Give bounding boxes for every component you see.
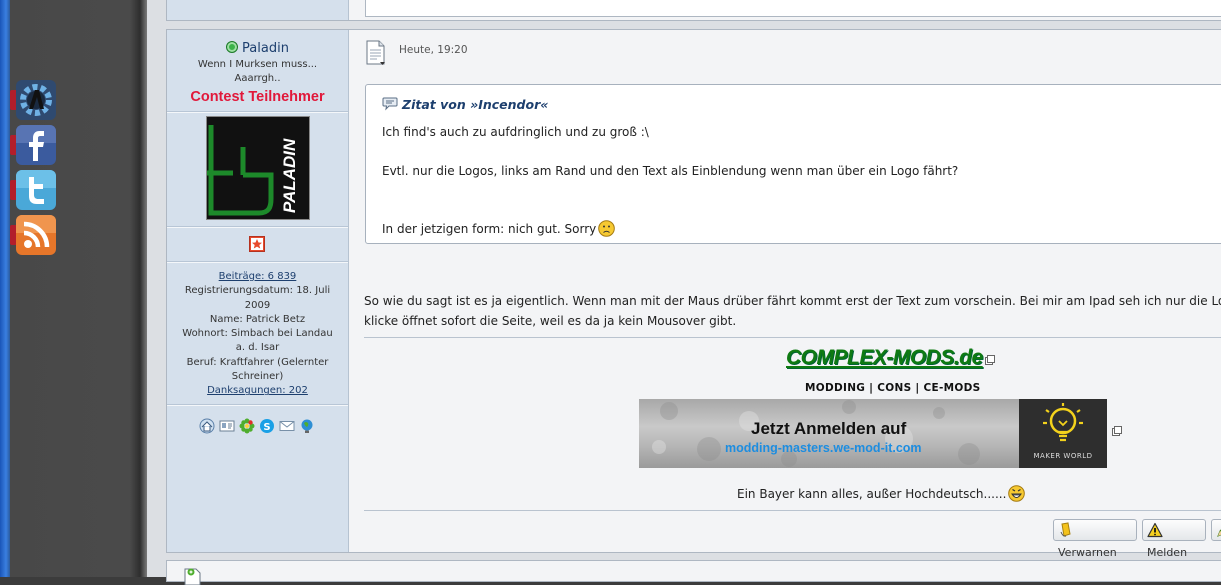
report-button[interactable]: Melden bbox=[1142, 519, 1206, 559]
window-edge bbox=[0, 0, 10, 577]
signature-text: Ein Bayer kann alles, außer Hochdeutsch.… bbox=[737, 487, 1007, 501]
quote-text-line: Evtl. nur die Logos, links am Rand und d… bbox=[382, 164, 959, 178]
profile-card-icon[interactable] bbox=[219, 418, 235, 434]
avatar-text-graphic: PALADIN bbox=[280, 138, 299, 213]
divider bbox=[167, 261, 348, 263]
real-name: Name: Patrick Betz bbox=[209, 313, 306, 325]
post-message-line: klicke öffnet sofort die Seite, weil es … bbox=[364, 314, 737, 328]
forum-post: Paladin Wenn I Murksen muss... Aaarrgh..… bbox=[166, 29, 1221, 559]
signature-brand-link[interactable]: COMPLEX-MODS.de bbox=[786, 346, 995, 370]
post-message: So wie du sagt ist es ja eigentlich. Wen… bbox=[364, 291, 1221, 331]
social-button-facebook[interactable] bbox=[10, 125, 56, 165]
warning-icon bbox=[1147, 522, 1163, 538]
banner-logo-text: MAKER WORLD bbox=[1033, 452, 1093, 460]
post-document-icon bbox=[366, 40, 385, 65]
contact-icons: S bbox=[199, 418, 319, 434]
signature-subtitle: MODDING | CONS | CE-MODS bbox=[805, 382, 981, 394]
previous-post-usercol bbox=[167, 0, 349, 20]
gear-logo-icon bbox=[16, 80, 56, 120]
warn-button-label: Verwarnen bbox=[1058, 546, 1117, 559]
speech-bubble-icon bbox=[382, 97, 398, 111]
quote-author: Zitat von »Incendor« bbox=[402, 97, 549, 112]
skype-icon[interactable]: S bbox=[259, 418, 275, 434]
user-panel: Paladin Wenn I Murksen muss... Aaarrgh..… bbox=[167, 30, 349, 552]
edit-button[interactable] bbox=[1211, 519, 1221, 541]
warn-button[interactable]: Verwarnen bbox=[1053, 519, 1137, 559]
banner-logo: MAKER WORLD bbox=[1019, 399, 1107, 468]
previous-post bbox=[166, 0, 1221, 21]
quote-box: Zitat von »Incendor« Ich find's auch zu … bbox=[365, 84, 1221, 244]
twitter-icon bbox=[16, 170, 56, 210]
grin-smiley-icon bbox=[1008, 485, 1026, 502]
online-status-icon bbox=[226, 41, 239, 53]
external-link-icon bbox=[984, 355, 995, 365]
rss-icon bbox=[16, 215, 56, 255]
avatar[interactable]: PALADIN bbox=[207, 117, 309, 219]
pencil-icon bbox=[1217, 529, 1221, 537]
facebook-icon bbox=[16, 125, 56, 165]
social-button-rss[interactable] bbox=[10, 215, 56, 255]
occupation: Beruf: Kraftfahrer (Gelernter Schreiner) bbox=[186, 356, 329, 383]
user-title: Wenn I Murksen muss... Aaarrgh.. bbox=[197, 59, 318, 84]
card-icon bbox=[1060, 522, 1071, 537]
actions-divider bbox=[364, 510, 1221, 511]
signature-brand-text: COMPLEX-MODS.de bbox=[786, 346, 983, 369]
username-row: Paladin bbox=[167, 41, 348, 56]
signature-banner[interactable]: Jetzt Anmelden auf modding-masters.we-mo… bbox=[639, 399, 1107, 468]
post-actions: Verwarnen Melden bbox=[349, 519, 1221, 559]
icq-icon[interactable] bbox=[239, 418, 255, 434]
divider bbox=[167, 111, 348, 113]
quote-text-line: Ich find's auch zu aufdringlich und zu g… bbox=[382, 125, 649, 139]
banner-url: modding-masters.we-mod-it.com bbox=[725, 441, 922, 455]
lightbulb-icon bbox=[1043, 403, 1083, 442]
sad-smiley-icon bbox=[598, 220, 616, 237]
signature-divider bbox=[364, 337, 1221, 338]
divider bbox=[167, 226, 348, 228]
quick-reply-panel bbox=[166, 560, 1221, 585]
quote-header: Zitat von »Incendor« bbox=[382, 97, 548, 112]
banner-headline: Jetzt Anmelden auf bbox=[751, 419, 907, 438]
post-message-line: So wie du sagt ist es ja eigentlich. Wen… bbox=[364, 294, 1221, 308]
thanks-count-link[interactable]: Danksagungen: 202 bbox=[207, 384, 308, 398]
residence: Wohnort: Simbach bei Landau a. d. Isar bbox=[182, 328, 333, 354]
social-button-wemodit[interactable] bbox=[10, 80, 56, 120]
previous-post-body bbox=[365, 0, 1221, 17]
registration-date: Registrierungsdatum: 18. Juli 2009 bbox=[184, 285, 331, 311]
rank-star-icon bbox=[249, 236, 265, 252]
quote-last-line: In der jetzigen form: nich gut. Sorry bbox=[382, 220, 616, 237]
posts-count-link[interactable]: Beiträge: 6 839 bbox=[219, 270, 297, 284]
avatar-text: PALADIN bbox=[280, 138, 299, 213]
signature-text-row: Ein Bayer kann alles, außer Hochdeutsch.… bbox=[737, 485, 1026, 502]
username-link[interactable]: Paladin bbox=[242, 41, 289, 56]
report-button-label: Melden bbox=[1147, 546, 1188, 559]
divider bbox=[167, 404, 348, 406]
social-button-twitter[interactable] bbox=[10, 170, 56, 210]
post-content: Heute, 19:20 Zitat von »Incendor« Ich fi… bbox=[349, 30, 1221, 559]
user-profile-info: Beiträge: 6 839 Registrierungsdatum: 18.… bbox=[167, 270, 348, 399]
homepage-icon[interactable] bbox=[199, 418, 215, 434]
quote-text-line: In der jetzigen form: nich gut. Sorry bbox=[382, 222, 597, 236]
post-timestamp: Heute, 19:20 bbox=[399, 44, 468, 56]
globe-icon[interactable] bbox=[299, 418, 315, 434]
svg-text:S: S bbox=[263, 422, 270, 433]
user-rank-label: Contest Teilnehmer bbox=[190, 89, 325, 105]
external-link-icon bbox=[1112, 426, 1122, 436]
email-icon[interactable] bbox=[279, 418, 295, 434]
quick-reply-icon bbox=[184, 568, 201, 585]
